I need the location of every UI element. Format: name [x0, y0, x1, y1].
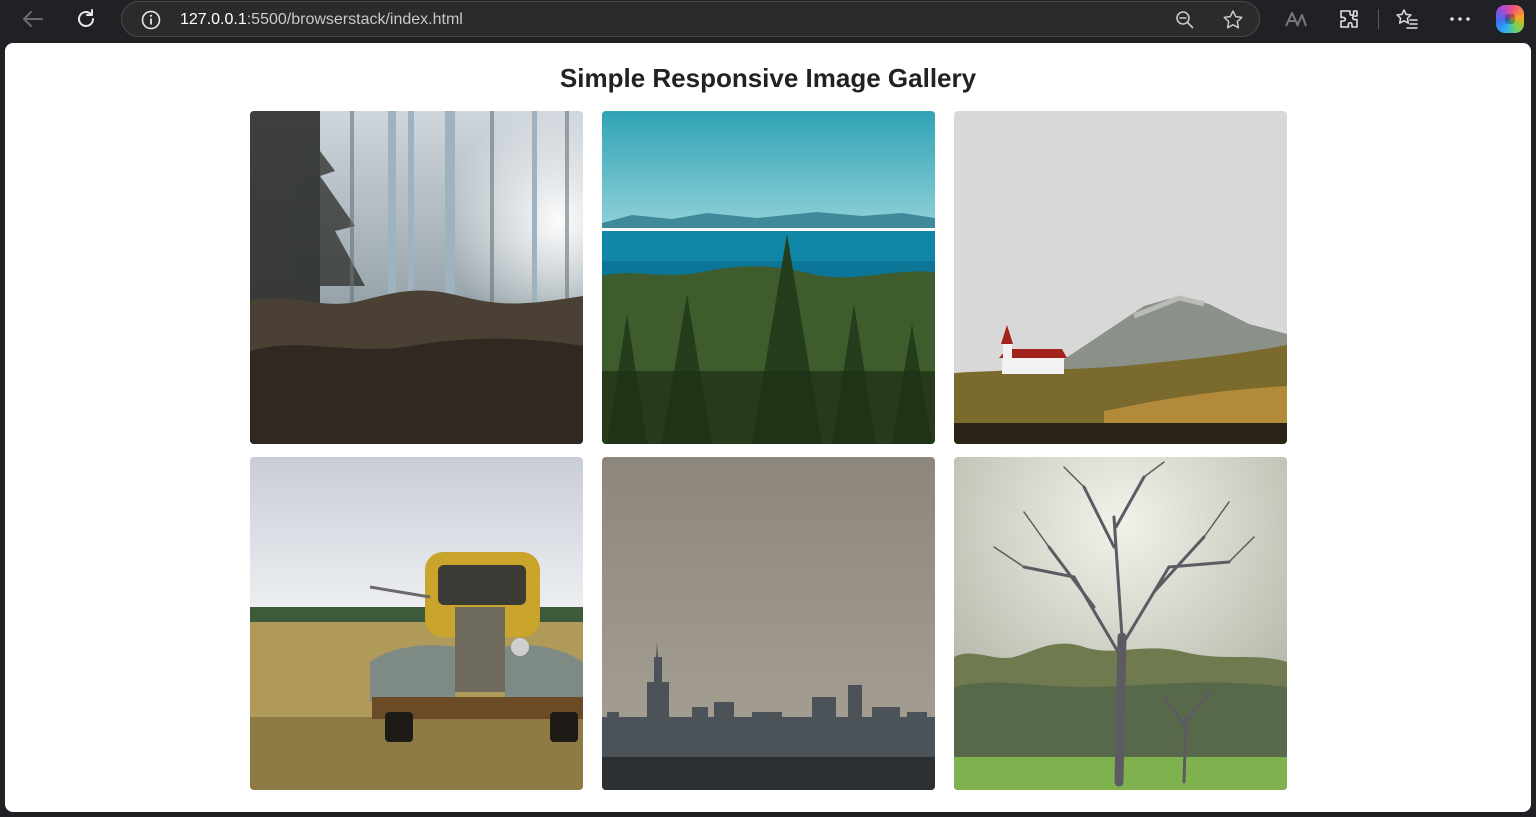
rusty-truck-image[interactable] [250, 457, 583, 790]
image-gallery [250, 111, 1287, 790]
lake-pines-image[interactable] [602, 111, 935, 444]
url-host: 127.0.0.1 [180, 11, 247, 28]
zoom-out-icon[interactable] [1172, 8, 1198, 32]
read-aloud-icon[interactable] [1279, 4, 1313, 34]
favorite-star-icon[interactable] [1220, 8, 1246, 32]
favorites-list-icon[interactable] [1390, 4, 1424, 34]
site-info-icon[interactable] [140, 9, 162, 31]
more-icon[interactable] [1443, 4, 1477, 34]
extensions-icon[interactable] [1332, 4, 1366, 34]
church-mountain-image[interactable] [954, 111, 1287, 444]
city-skyline-image[interactable] [602, 457, 935, 790]
back-arrow-icon[interactable] [16, 4, 50, 34]
url-text[interactable]: 127.0.0.1:5500/browserstack/index.html [180, 10, 463, 30]
toolbar-separator [1378, 9, 1379, 29]
page-title: Simple Responsive Image Gallery [559, 63, 977, 93]
page-viewport: Simple Responsive Image Gallery [5, 43, 1531, 812]
url-path: :5500/browserstack/index.html [246, 11, 463, 28]
bare-tree-image[interactable] [954, 457, 1287, 790]
misty-forest-image[interactable] [250, 111, 583, 444]
copilot-icon[interactable] [1496, 5, 1524, 33]
address-bar[interactable]: 127.0.0.1:5500/browserstack/index.html [121, 1, 1260, 37]
browser-toolbar: 127.0.0.1:5500/browserstack/index.html [0, 0, 1536, 42]
reload-icon[interactable] [69, 4, 103, 34]
